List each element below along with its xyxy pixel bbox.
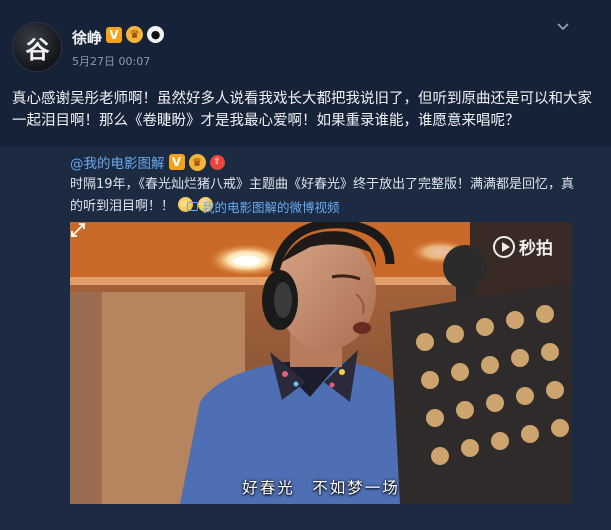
play-circle-icon	[493, 235, 515, 258]
weibo-post: 谷 徐峥 V ♛ ● 5月27日 00:07 真心感谢吴彤老师啊！虽然好多人说看…	[0, 0, 611, 530]
video-frame	[70, 222, 572, 504]
video-subtitle: 好春光 不如梦一场	[242, 479, 400, 497]
rank-badge-icon[interactable]: ⇧	[209, 154, 225, 170]
chevron-down-icon[interactable]	[556, 20, 570, 34]
avatar-glyph: 谷	[25, 35, 50, 64]
video-icon	[187, 202, 198, 211]
repost-username[interactable]: @我的电影图解	[70, 152, 165, 172]
video-link[interactable]: 我的电影图解的微博视频	[187, 197, 340, 216]
repost-header: @我的电影图解 V ♛ ⇧	[70, 152, 225, 172]
miaopai-watermark: 秒拍	[493, 234, 553, 259]
repost-card[interactable]: @我的电影图解 V ♛ ⇧ 时隔19年，《春光灿烂猪八戒》主题曲《好春光》终于放…	[0, 146, 611, 530]
video-link-label: 我的电影图解的微博视频	[202, 200, 340, 215]
video-player[interactable]: 秒拍 好春光 不如梦一场	[70, 222, 572, 504]
panda-badge-icon[interactable]: ●	[147, 26, 164, 43]
user-badges: V ♛ ●	[106, 26, 164, 43]
crown-badge-icon[interactable]: ♛	[126, 26, 143, 43]
expand-icon[interactable]	[70, 222, 86, 238]
post-text: 真心感谢吴彤老师啊！虽然好多人说看我戏长大都把我说旧了，但听到原曲还是可以和大家…	[12, 91, 592, 129]
verified-badge-icon[interactable]: V	[106, 26, 122, 43]
verified-badge-icon[interactable]: V	[168, 154, 185, 170]
username[interactable]: 徐峥	[72, 27, 102, 48]
crown-badge-icon[interactable]: ♛	[188, 153, 206, 171]
watermark-label: 秒拍	[519, 239, 553, 259]
post-timestamp[interactable]: 5月27日 00:07	[72, 53, 150, 69]
avatar[interactable]: 谷	[12, 22, 62, 72]
